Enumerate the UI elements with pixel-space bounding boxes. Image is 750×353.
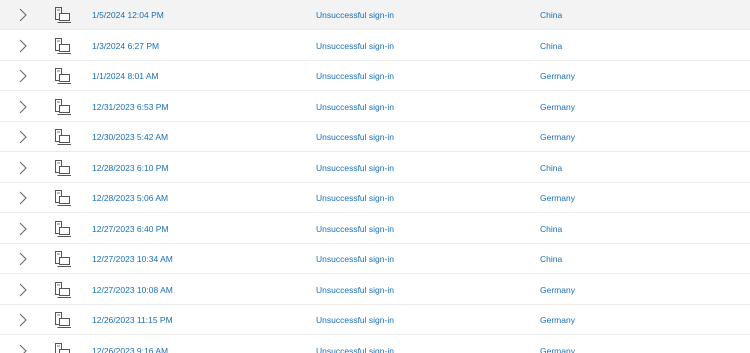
signin-datetime: 12/26/2023 11:15 PM: [92, 315, 173, 325]
signin-location: China: [540, 162, 563, 173]
signin-datetime: 12/28/2023 6:10 PM: [92, 162, 169, 173]
chevron-right-icon[interactable]: [17, 69, 29, 83]
chevron-right-icon[interactable]: [17, 130, 29, 144]
signin-row[interactable]: 1/3/2024 6:27 PM Unsuccessful sign-in Chin…: [0, 30, 750, 61]
signin-row[interactable]: 12/27/2023 10:34 AM Unsuccessful sign-in C…: [0, 244, 750, 274]
signin-datetime: 12/27/2023 10:08 AM: [92, 284, 173, 295]
computer-device-icon: [55, 251, 71, 267]
signin-row[interactable]: 12/28/2023 5:06 AM Unsuccessful sign-in Ge…: [0, 183, 750, 213]
signin-activity: Unsuccessful sign-in: [316, 223, 394, 234]
signin-row[interactable]: 12/30/2023 5:42 AM Unsuccessful sign-in Ge…: [0, 122, 750, 152]
signin-activity: Unsuccessful sign-in: [316, 284, 394, 295]
signin-datetime: 1/5/2024 12:04 PM: [92, 10, 164, 20]
signin-datetime: 12/27/2023 6:40 PM: [92, 223, 169, 234]
signin-row[interactable]: 12/27/2023 10:08 AM Unsuccessful sign-in G…: [0, 274, 750, 305]
computer-device-icon: [55, 190, 71, 206]
signin-activity: Unsuccessful sign-in: [316, 40, 394, 51]
signin-datetime: 1/1/2024 8:01 AM: [92, 71, 159, 81]
signin-location: China: [540, 254, 563, 264]
computer-device-icon: [55, 68, 71, 84]
signin-datetime: 12/26/2023 9:16 AM: [92, 345, 169, 353]
signin-location: China: [540, 223, 563, 234]
signin-row[interactable]: 1/1/2024 8:01 AM Unsuccessful sign-in Germ…: [0, 61, 750, 91]
signin-location: Germany: [540, 132, 575, 142]
signin-activity: Unsuccessful sign-in: [316, 101, 394, 112]
signin-activity: Unsuccessful sign-in: [316, 193, 394, 203]
chevron-right-icon[interactable]: [17, 100, 29, 114]
signin-datetime: 12/30/2023 5:42 AM: [92, 132, 169, 142]
signin-activity: Unsuccessful sign-in: [316, 345, 394, 353]
computer-device-icon: [55, 220, 71, 237]
signin-location: China: [540, 10, 563, 20]
signin-row[interactable]: 12/26/2023 11:15 PM Unsuccessful sign-in G…: [0, 305, 750, 335]
signin-activity-list: 1/5/2024 12:04 PM Unsuccessful sign-in Chi…: [0, 0, 750, 353]
signin-location: Germany: [540, 284, 575, 295]
signin-row[interactable]: 1/5/2024 12:04 PM Unsuccessful sign-in Chi…: [0, 0, 750, 30]
signin-activity: Unsuccessful sign-in: [316, 254, 394, 264]
signin-location: Germany: [540, 315, 575, 325]
signin-datetime: 1/3/2024 6:27 PM: [92, 40, 160, 51]
signin-location: China: [540, 40, 563, 51]
chevron-right-icon[interactable]: [17, 191, 29, 205]
signin-row[interactable]: 12/31/2023 6:53 PM Unsuccessful sign-in Ge…: [0, 91, 750, 122]
signin-row[interactable]: 12/26/2023 9:16 AM Unsuccessful sign-in Ge…: [0, 335, 750, 353]
chevron-right-icon[interactable]: [17, 39, 29, 53]
signin-activity: Unsuccessful sign-in: [316, 315, 394, 325]
chevron-right-icon[interactable]: [17, 313, 29, 327]
chevron-right-icon[interactable]: [17, 222, 29, 236]
signin-location: Germany: [540, 193, 575, 203]
chevron-right-icon[interactable]: [17, 161, 29, 175]
computer-device-icon: [55, 281, 71, 298]
computer-device-icon: [55, 312, 71, 328]
chevron-right-icon[interactable]: [17, 344, 29, 353]
signin-activity: Unsuccessful sign-in: [316, 71, 394, 81]
computer-device-icon: [55, 7, 71, 23]
chevron-right-icon[interactable]: [17, 252, 29, 266]
signin-activity: Unsuccessful sign-in: [316, 10, 394, 20]
computer-device-icon: [55, 159, 71, 176]
signin-location: Germany: [540, 101, 575, 112]
computer-device-icon: [55, 342, 70, 353]
signin-datetime: 12/28/2023 5:06 AM: [92, 193, 169, 203]
computer-device-icon: [55, 98, 71, 115]
signin-row[interactable]: 12/27/2023 6:40 PM Unsuccessful sign-in Ch…: [0, 213, 750, 244]
signin-location: Germany: [540, 71, 575, 81]
signin-activity: Unsuccessful sign-in: [316, 162, 394, 173]
computer-device-icon: [55, 37, 71, 54]
signin-datetime: 12/27/2023 10:34 AM: [92, 254, 173, 264]
signin-datetime: 12/31/2023 6:53 PM: [92, 101, 169, 112]
chevron-right-icon[interactable]: [17, 8, 29, 22]
computer-device-icon: [55, 129, 71, 145]
signin-row[interactable]: 12/28/2023 6:10 PM Unsuccessful sign-in Ch…: [0, 152, 750, 183]
signin-location: Germany: [540, 345, 575, 353]
chevron-right-icon[interactable]: [17, 283, 29, 297]
signin-activity: Unsuccessful sign-in: [316, 132, 394, 142]
